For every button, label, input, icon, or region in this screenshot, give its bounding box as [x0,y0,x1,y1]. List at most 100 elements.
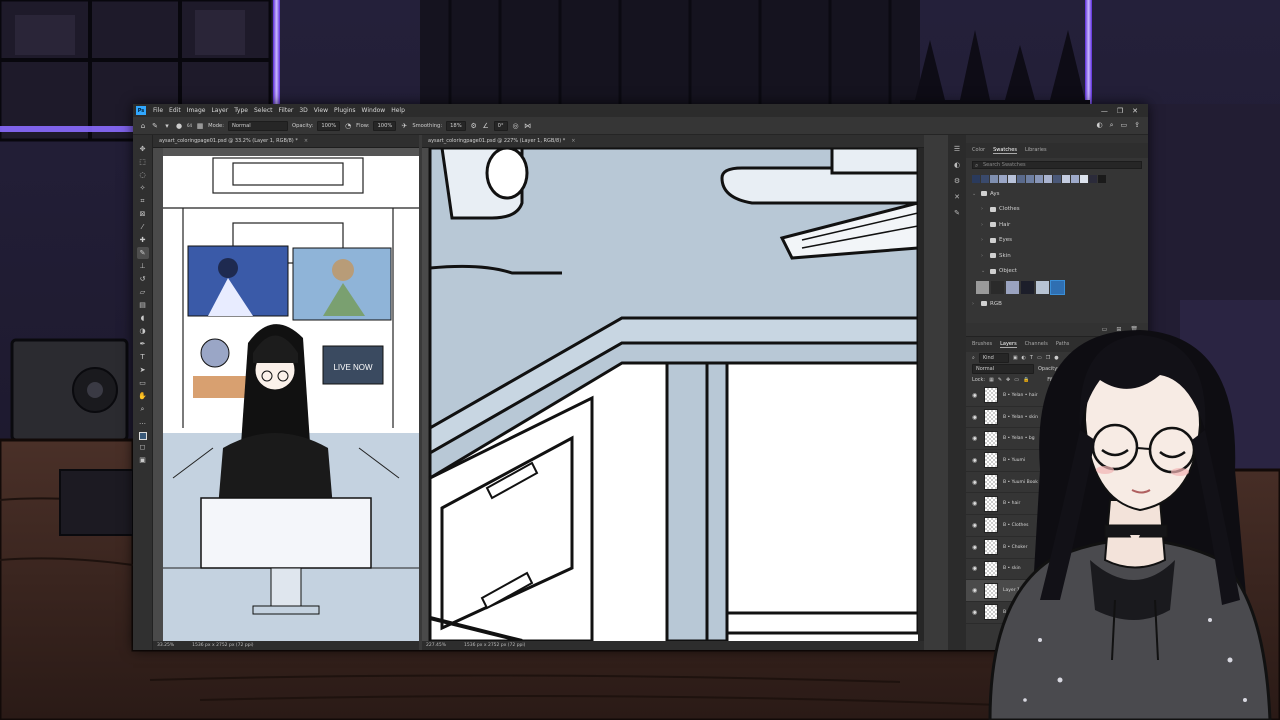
layer-row[interactable]: ◉ B • Choker [966,537,1148,559]
menu-edit[interactable]: Edit [166,107,184,114]
menu-layer[interactable]: Layer [208,107,231,114]
object-swatch[interactable] [976,281,989,294]
recent-swatch[interactable] [1062,175,1070,183]
recent-swatch[interactable] [981,175,989,183]
object-swatch[interactable] [1036,281,1049,294]
recent-swatch[interactable] [1053,175,1061,183]
blur-tool-icon[interactable]: ◖ [137,312,149,324]
tab-brushes[interactable]: Brushes [972,341,992,348]
filter-kind-select[interactable]: Kind [978,352,1009,363]
filter-type-icon[interactable]: T [1030,355,1033,361]
menu-3d[interactable]: 3D [296,107,310,114]
pressure-size-icon[interactable]: ◎ [512,122,520,130]
quick-select-tool-icon[interactable]: ✧ [137,182,149,194]
eye-icon[interactable]: ◉ [972,587,979,594]
tab-paths[interactable]: Paths [1056,341,1070,348]
tab-color[interactable]: Color [972,147,985,154]
smoothing-field[interactable]: 18% [446,120,466,131]
layer-row[interactable]: ◉ B • Clothes [966,515,1148,537]
brush-tool-icon[interactable]: ✎ [151,122,159,130]
history-icon[interactable]: ☰ [954,145,960,153]
zoom-tool-icon[interactable]: ⌕ [137,403,149,415]
brush-presets-icon[interactable]: ✎ [954,209,960,217]
frame-tool-icon[interactable]: ⊠ [137,208,149,220]
move-tool-icon[interactable]: ✥ [137,143,149,155]
recent-swatch[interactable] [1008,175,1016,183]
object-swatch[interactable] [991,281,1004,294]
swatch-group-object[interactable]: ⌄ Object [972,264,1148,280]
share-arrow-icon[interactable]: ⇪ [1134,121,1140,130]
path-select-tool-icon[interactable]: ➤ [137,364,149,376]
recent-swatch[interactable] [1035,175,1043,183]
eyedropper-tool-icon[interactable]: ⁄ [137,221,149,233]
eye-icon[interactable]: ◉ [972,435,979,442]
eye-icon[interactable]: ◉ [972,457,979,464]
tab-channels[interactable]: Channels [1025,341,1048,348]
brush-preset-icon[interactable]: ● [175,122,183,130]
recent-swatch[interactable] [1098,175,1106,183]
layer-row[interactable]: ◉ B • Yuumi [966,450,1148,472]
pressure-opacity-icon[interactable]: ◔ [344,122,352,130]
share-icon[interactable]: ◐ [1096,121,1102,130]
eye-icon[interactable]: ◉ [972,609,979,616]
zoom-level[interactable]: 227.45% [426,643,446,648]
filter-smart-icon[interactable]: ❐ [1046,355,1050,361]
lock-paint-icon[interactable]: ✎ [998,377,1002,383]
type-tool-icon[interactable]: T [137,351,149,363]
object-swatch[interactable] [1050,280,1065,295]
menu-window[interactable]: Window [359,107,389,114]
filter-toggle-icon[interactable]: ● [1054,355,1058,361]
brush-tool-icon[interactable]: ✎ [136,247,149,259]
swatch-group-eyes[interactable]: › Eyes [972,233,1148,249]
menu-filter[interactable]: Filter [276,107,297,114]
eye-icon[interactable]: ◉ [972,565,979,572]
swatch-group-skin[interactable]: › Skin [972,248,1148,264]
pen-tool-icon[interactable]: ✒ [137,338,149,350]
quick-mask-icon[interactable]: ◻ [137,441,149,453]
adjustments-icon[interactable]: ◐ [954,161,960,169]
swatch-group-ays[interactable]: ⌄ Ays [972,186,1148,202]
layer-row[interactable]: ◉ B • Yelan • hair [966,385,1148,407]
mode-select[interactable]: Normal [227,120,288,131]
minimize-button[interactable]: — [1101,107,1108,115]
layer-opacity-field[interactable]: 100% [1062,363,1085,374]
recent-swatch[interactable] [1044,175,1052,183]
workspace-icon[interactable]: ▭ [1121,121,1128,130]
home-icon[interactable]: ⌂ [139,122,147,130]
eye-icon[interactable]: ◉ [972,414,979,421]
swatch-group-hair[interactable]: › Hair [972,217,1148,233]
menu-view[interactable]: View [311,107,331,114]
menu-help[interactable]: Help [388,107,408,114]
tools-icon[interactable]: ✕ [954,193,960,201]
layer-row[interactable]: ◉ B • hair [966,493,1148,516]
recent-swatch[interactable] [1026,175,1034,183]
layer-row[interactable]: ◉ B • Yelan • skin [966,407,1148,429]
menu-image[interactable]: Image [184,107,209,114]
new-swatch-icon[interactable]: ⊞ [1116,326,1121,333]
object-swatch[interactable] [1006,281,1019,294]
layer-row[interactable]: ◉ Layer 1 [966,580,1148,602]
airbrush-icon[interactable]: ✈ [400,122,408,130]
canvas-left[interactable]: LIVE NOW [153,148,419,641]
eye-icon[interactable]: ◉ [972,544,979,551]
menu-plugins[interactable]: Plugins [331,107,359,114]
healing-tool-icon[interactable]: ✚ [137,234,149,246]
more-tools-icon[interactable]: … [137,416,149,428]
flow-field[interactable]: 100% [373,120,397,131]
opacity-field[interactable]: 100% [317,120,341,131]
eraser-tool-icon[interactable]: ▱ [137,286,149,298]
hand-tool-icon[interactable]: ✋ [137,390,149,402]
stamp-tool-icon[interactable]: ⊥ [137,260,149,272]
close-icon[interactable]: × [304,138,308,144]
layer-row[interactable]: ◉ B • skin [966,559,1148,581]
marquee-tool-icon[interactable]: ⬚ [137,156,149,168]
swatch-group-rgb[interactable]: › RGB [966,296,1148,312]
filter-pixel-icon[interactable]: ▣ [1013,355,1018,361]
foreground-color-swatch[interactable] [138,432,147,440]
eye-icon[interactable]: ◉ [972,522,979,529]
swatch-group-clothes[interactable]: › Clothes [972,202,1148,218]
screen-mode-icon[interactable]: ▣ [137,454,149,466]
crop-tool-icon[interactable]: ⌗ [137,195,149,207]
fill-field[interactable]: 100% [1059,374,1082,385]
menu-file[interactable]: File [150,107,166,114]
